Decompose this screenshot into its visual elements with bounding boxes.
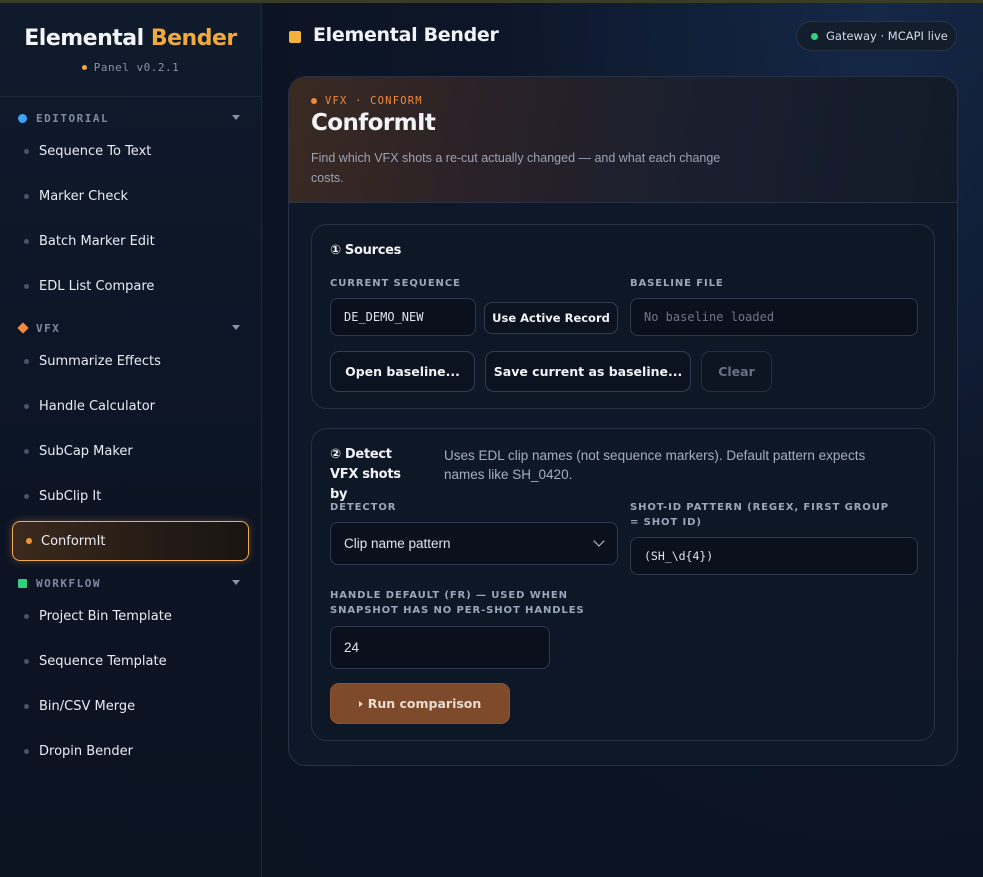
chevron-down-icon[interactable] bbox=[232, 325, 240, 330]
tool-hero: VFX · CONFORM ConformIt Find which VFX s… bbox=[289, 77, 957, 203]
sources-title: ① Sources bbox=[330, 243, 402, 258]
detect-title: ② Detect VFX shots by bbox=[330, 447, 401, 502]
bullet-icon bbox=[24, 613, 29, 619]
section-label: EDITORIAL bbox=[36, 111, 110, 125]
sidebar-item-label: SubCap Maker bbox=[39, 443, 133, 459]
sidebar-item-label: Batch Marker Edit bbox=[39, 233, 155, 249]
main-content: Elemental Bender Gateway · MCAPI live VF… bbox=[263, 3, 983, 877]
bullet-icon bbox=[24, 493, 29, 499]
version-label: Panel v0.2.1 bbox=[93, 61, 180, 74]
gateway-status-text: Gateway · MCAPI live bbox=[826, 29, 948, 43]
sidebar-item-summarize-effects[interactable]: Summarize Effects bbox=[12, 342, 249, 380]
chevron-down-icon[interactable] bbox=[232, 115, 240, 120]
detector-selected-value: Clip name pattern bbox=[344, 536, 451, 551]
chevron-down-icon[interactable] bbox=[232, 580, 240, 585]
bullet-icon bbox=[24, 238, 29, 244]
tool-tag: VFX · CONFORM bbox=[311, 95, 423, 107]
sidebar-item-label: ConformIt bbox=[41, 533, 106, 549]
bullet-icon bbox=[24, 748, 29, 754]
sidebar-item-label: Marker Check bbox=[39, 188, 129, 204]
sidebar-item-sequence-to-text[interactable]: Sequence To Text bbox=[12, 132, 249, 170]
sidebar-item-project-bin-template[interactable]: Project Bin Template bbox=[12, 597, 249, 635]
sidebar-item-label: Handle Calculator bbox=[39, 398, 155, 414]
section-label: VFX bbox=[36, 321, 61, 335]
current-sequence-label: CURRENT SEQUENCE bbox=[330, 278, 461, 289]
bullet-icon bbox=[24, 283, 29, 289]
vfx-section-icon bbox=[17, 322, 29, 334]
sidebar-item-label: EDL List Compare bbox=[39, 278, 155, 294]
detector-label: DETECTOR bbox=[330, 502, 397, 513]
page-title: Elemental Bender bbox=[313, 24, 499, 46]
app-title: Elemental Bender bbox=[0, 25, 261, 53]
sidebar-item-subclip-it[interactable]: SubClip It bbox=[12, 477, 249, 515]
sidebar-item-label: Summarize Effects bbox=[39, 353, 161, 369]
sidebar-item-label: Sequence Template bbox=[39, 653, 167, 669]
sidebar-item-marker-check[interactable]: Marker Check bbox=[12, 177, 249, 215]
sidebar-item-batch-marker-edit[interactable]: Batch Marker Edit bbox=[12, 222, 249, 260]
bullet-icon bbox=[24, 403, 29, 409]
sidebar-item-dropin-bender[interactable]: Dropin Bender bbox=[12, 732, 249, 770]
sidebar-item-subcap-maker[interactable]: SubCap Maker bbox=[12, 432, 249, 470]
version-dot-icon bbox=[81, 65, 87, 70]
app-title-part2: Bender bbox=[150, 26, 237, 51]
sidebar-item-label: Project Bin Template bbox=[39, 608, 172, 624]
save-baseline-button[interactable]: Save current as baseline... bbox=[485, 351, 691, 392]
run-comparison-label: Run comparison bbox=[367, 696, 482, 711]
header-square-icon bbox=[289, 31, 301, 43]
sidebar-item-label: Dropin Bender bbox=[39, 743, 134, 759]
play-icon bbox=[358, 700, 363, 707]
sidebar-item-bin-csv-merge[interactable]: Bin/CSV Merge bbox=[12, 687, 249, 725]
shot-id-pattern-label: SHOT-ID PATTERN (REGEX, FIRST GROUP = SH… bbox=[630, 502, 889, 528]
handle-default-label: HANDLE DEFAULT (FR) — USED WHEN SNAPSHOT… bbox=[330, 590, 585, 616]
tag-dot-icon bbox=[311, 98, 317, 104]
bullet-icon bbox=[24, 703, 29, 709]
tool-title: ConformIt bbox=[311, 110, 436, 136]
baseline-file-label: BASELINE FILE bbox=[630, 278, 724, 289]
version-badge: Panel v0.2.1 bbox=[81, 61, 180, 74]
sidebar-item-conformit[interactable]: ConformIt bbox=[12, 521, 249, 561]
current-sequence-field[interactable]: DE_DEMO_NEW bbox=[330, 298, 476, 336]
status-dot-icon bbox=[811, 32, 818, 40]
tool-tag-label: VFX · CONFORM bbox=[325, 95, 423, 107]
sidebar-item-handle-calculator[interactable]: Handle Calculator bbox=[12, 387, 249, 425]
gateway-status-pill: Gateway · MCAPI live bbox=[796, 21, 957, 51]
tool-description: Find which VFX shots a re-cut actually c… bbox=[311, 151, 721, 185]
sidebar-item-sequence-template[interactable]: Sequence Template bbox=[12, 642, 249, 680]
handle-default-field[interactable]: 24 bbox=[330, 626, 550, 669]
section-editorial[interactable]: EDITORIAL bbox=[0, 107, 262, 129]
editorial-section-icon bbox=[18, 113, 27, 123]
app-title-part1: Elemental bbox=[24, 26, 144, 51]
sidebar: Elemental Bender Panel v0.2.1 EDITORIAL … bbox=[0, 3, 262, 877]
sidebar-item-label: Bin/CSV Merge bbox=[39, 698, 136, 714]
detect-hint: Uses EDL clip names (not sequence marker… bbox=[444, 448, 866, 482]
conformit-panel: VFX · CONFORM ConformIt Find which VFX s… bbox=[288, 76, 958, 766]
sidebar-item-label: Sequence To Text bbox=[39, 143, 152, 159]
bullet-icon bbox=[24, 658, 29, 664]
bullet-icon bbox=[24, 148, 29, 154]
use-active-record-button[interactable]: Use Active Record bbox=[484, 302, 618, 334]
detect-card: ② Detect VFX shots by Uses EDL clip name… bbox=[311, 428, 935, 741]
shot-id-pattern-field[interactable]: (SH_\d{4}) bbox=[630, 537, 918, 575]
sources-card: ① Sources CURRENT SEQUENCE DE_DEMO_NEW U… bbox=[311, 224, 935, 409]
sidebar-item-label: SubClip It bbox=[39, 488, 102, 504]
bullet-icon bbox=[24, 193, 29, 199]
section-label: WORKFLOW bbox=[36, 576, 101, 590]
app-window: Elemental Bender Panel v0.2.1 EDITORIAL … bbox=[0, 0, 983, 877]
run-comparison-button[interactable]: Run comparison bbox=[330, 683, 510, 724]
workflow-section-icon bbox=[18, 578, 27, 588]
active-bullet-icon bbox=[26, 538, 32, 544]
detector-select[interactable]: Clip name pattern bbox=[330, 522, 618, 565]
section-vfx[interactable]: VFX bbox=[0, 317, 262, 339]
chevron-down-icon bbox=[593, 535, 605, 547]
section-workflow[interactable]: WORKFLOW bbox=[0, 572, 262, 594]
open-baseline-button[interactable]: Open baseline... bbox=[330, 351, 475, 392]
bullet-icon bbox=[24, 448, 29, 454]
sidebar-item-edl-list-compare[interactable]: EDL List Compare bbox=[12, 267, 249, 305]
bullet-icon bbox=[24, 358, 29, 364]
brand: Elemental Bender Panel v0.2.1 bbox=[0, 3, 261, 97]
baseline-file-field[interactable]: No baseline loaded bbox=[630, 298, 918, 336]
clear-button[interactable]: Clear bbox=[701, 351, 772, 392]
